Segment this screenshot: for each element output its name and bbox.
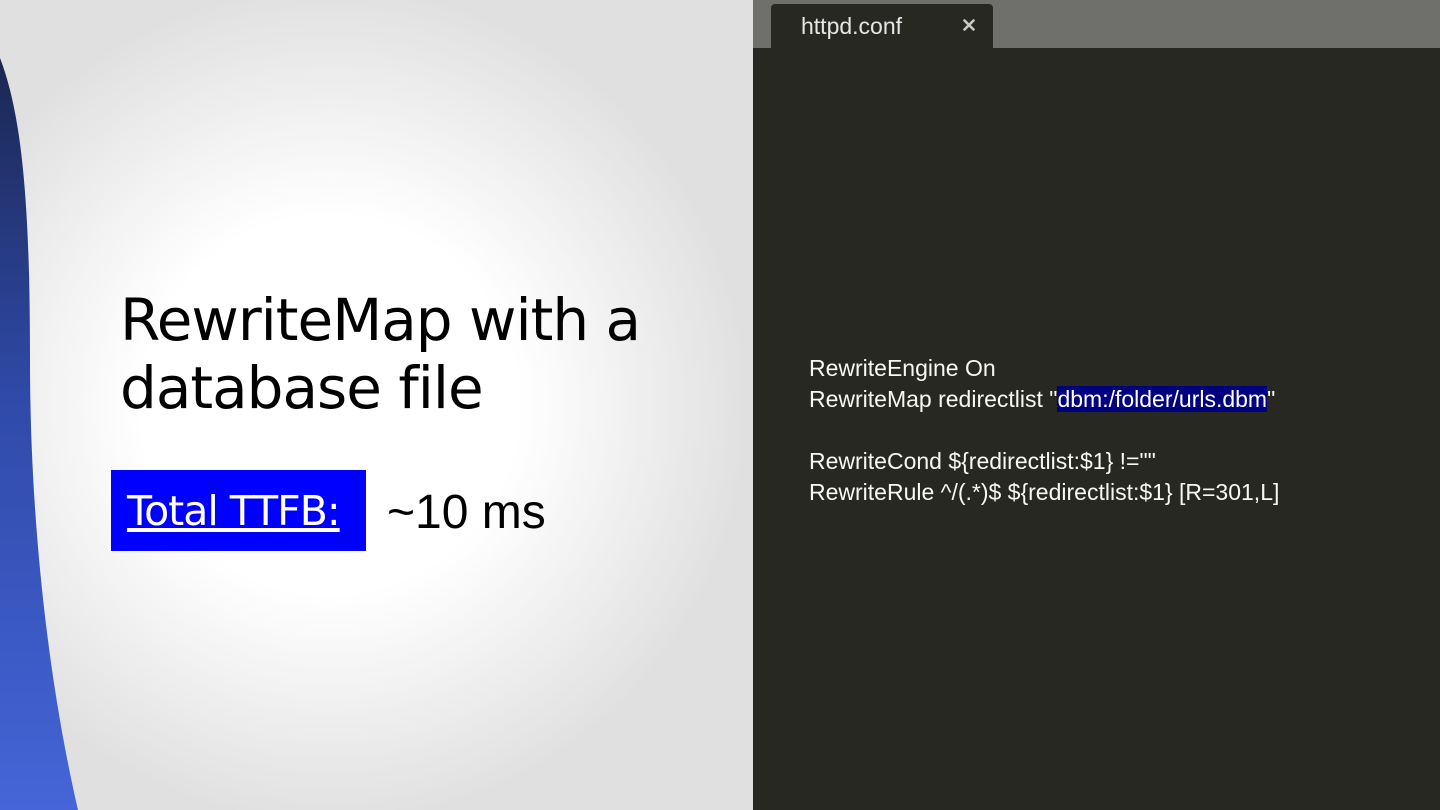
slide-title-line-1: RewriteMap with a bbox=[120, 286, 641, 354]
code-text[interactable]: RewriteEngine On RewriteMap redirectlist … bbox=[809, 353, 1279, 508]
code-editor: httpd.conf RewriteEngine On RewriteMap re… bbox=[753, 0, 1440, 810]
code-line-4: RewriteCond ${redirectlist:$1} !="" bbox=[809, 448, 1156, 474]
selected-text[interactable]: dbm:/folder/urls.dbm bbox=[1057, 386, 1268, 412]
tab-httpd-conf[interactable]: httpd.conf bbox=[771, 4, 993, 48]
code-line-5: RewriteRule ^/(.*)$ ${redirectlist:$1} [… bbox=[809, 479, 1280, 505]
slide-title: RewriteMap with a database file bbox=[120, 286, 720, 422]
close-icon[interactable] bbox=[959, 15, 979, 35]
slide-panel: RewriteMap with a database file Total TT… bbox=[0, 0, 753, 810]
ttfb-label-box[interactable]: Total TTFB: bbox=[111, 470, 366, 551]
code-line-2-prefix: RewriteMap redirectlist " bbox=[809, 386, 1058, 412]
ttfb-link[interactable]: Total TTFB: bbox=[127, 487, 341, 535]
code-line-2-suffix: " bbox=[1267, 386, 1276, 412]
code-line-1: RewriteEngine On bbox=[809, 355, 996, 381]
editor-tab-bar: httpd.conf bbox=[753, 0, 1440, 48]
ttfb-value: ~10 ms bbox=[387, 486, 546, 539]
code-line-2: RewriteMap redirectlist "dbm:/folder/url… bbox=[809, 384, 1279, 415]
slide-title-line-2: database file bbox=[120, 354, 484, 422]
tab-label: httpd.conf bbox=[801, 13, 903, 39]
